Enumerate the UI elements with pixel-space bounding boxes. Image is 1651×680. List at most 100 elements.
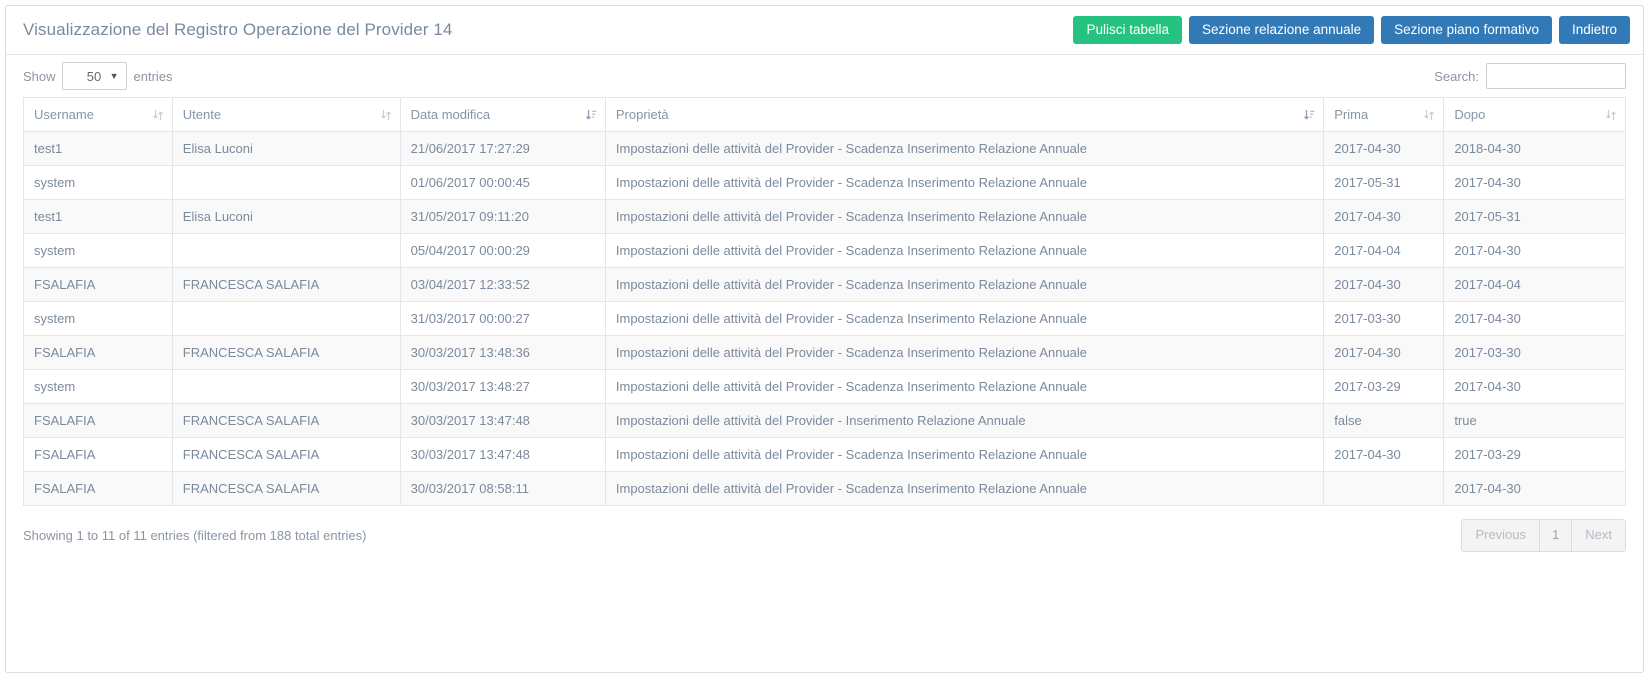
- annual-report-section-button[interactable]: Sezione relazione annuale: [1189, 15, 1375, 45]
- cell-proprieta: Impostazioni delle attività del Provider…: [604, 165, 1325, 200]
- cell-proprieta: Impostazioni delle attività del Provider…: [604, 437, 1325, 472]
- cell-dopo: 2017-04-30: [1443, 301, 1626, 336]
- column-header-prima[interactable]: Prima: [1323, 97, 1445, 132]
- cell-proprieta: Impostazioni delle attività del Provider…: [604, 471, 1325, 506]
- page-title: Visualizzazione del Registro Operazione …: [23, 20, 453, 39]
- column-label: Dopo: [1454, 107, 1486, 122]
- header-actions: Pulisci tabella Sezione relazione annual…: [1073, 15, 1630, 45]
- cell-data-modifica: 31/05/2017 09:11:20: [399, 199, 606, 234]
- cell-utente: [171, 369, 401, 404]
- cell-dopo: 2017-04-30: [1443, 165, 1626, 200]
- cell-username: test1: [23, 131, 173, 166]
- column-header-dopo[interactable]: Dopo: [1443, 97, 1626, 132]
- cell-prima: 2017-03-30: [1323, 301, 1445, 336]
- column-header-utente[interactable]: Utente: [171, 97, 401, 132]
- table-row[interactable]: FSALAFIA FRANCESCA SALAFIA 30/03/2017 13…: [23, 403, 1626, 438]
- table-row[interactable]: system 01/06/2017 00:00:45 Impostazioni …: [23, 165, 1626, 200]
- cell-data-modifica: 31/03/2017 00:00:27: [399, 301, 606, 336]
- cell-data-modifica: 21/06/2017 17:27:29: [399, 131, 606, 166]
- table-row[interactable]: system 30/03/2017 13:48:27 Impostazioni …: [23, 369, 1626, 404]
- registry-panel: Visualizzazione del Registro Operazione …: [5, 5, 1644, 673]
- table-row[interactable]: FSALAFIA FRANCESCA SALAFIA 03/04/2017 12…: [23, 267, 1626, 302]
- table-footer: Showing 1 to 11 of 11 entries (filtered …: [6, 506, 1643, 552]
- table-row[interactable]: test1 Elisa Luconi 31/05/2017 09:11:20 I…: [23, 199, 1626, 234]
- cell-username: system: [23, 233, 173, 268]
- column-label: Prima: [1334, 107, 1369, 122]
- cell-data-modifica: 30/03/2017 08:58:11: [399, 471, 606, 506]
- column-label: Proprietà: [615, 107, 669, 122]
- pagination-previous[interactable]: Previous: [1461, 519, 1541, 552]
- clear-table-button[interactable]: Pulisci tabella: [1073, 15, 1182, 45]
- cell-proprieta: Impostazioni delle attività del Provider…: [604, 335, 1325, 370]
- cell-dopo: 2017-04-30: [1443, 369, 1626, 404]
- cell-dopo: 2017-04-30: [1443, 233, 1626, 268]
- sort-both-icon: [1605, 108, 1617, 122]
- cell-utente: FRANCESCA SALAFIA: [171, 437, 401, 472]
- cell-username: FSALAFIA: [23, 437, 173, 472]
- cell-data-modifica: 30/03/2017 13:48:36: [399, 335, 606, 370]
- training-plan-section-button[interactable]: Sezione piano formativo: [1381, 15, 1552, 45]
- cell-prima: 2017-04-30: [1323, 335, 1445, 370]
- cell-utente: FRANCESCA SALAFIA: [171, 267, 401, 302]
- cell-dopo: 2017-05-31: [1443, 199, 1626, 234]
- panel-header: Visualizzazione del Registro Operazione …: [6, 6, 1643, 55]
- chevron-down-icon: ▼: [109, 71, 119, 81]
- cell-dopo: 2018-04-30: [1443, 131, 1626, 166]
- cell-username: FSALAFIA: [23, 267, 173, 302]
- cell-prima: 2017-03-29: [1323, 369, 1445, 404]
- cell-utente: FRANCESCA SALAFIA: [171, 403, 401, 438]
- cell-utente: FRANCESCA SALAFIA: [171, 335, 401, 370]
- table-row[interactable]: system 31/03/2017 00:00:27 Impostazioni …: [23, 301, 1626, 336]
- cell-utente: Elisa Luconi: [171, 199, 401, 234]
- cell-username: FSALAFIA: [23, 403, 173, 438]
- cell-username: FSALAFIA: [23, 335, 173, 370]
- column-header-proprieta[interactable]: Proprietà: [604, 97, 1325, 132]
- cell-username: system: [23, 165, 173, 200]
- cell-data-modifica: 03/04/2017 12:33:52: [399, 267, 606, 302]
- cell-proprieta: Impostazioni delle attività del Provider…: [604, 267, 1325, 302]
- sort-both-icon: [152, 108, 164, 122]
- pagination: Previous 1 Next: [1461, 519, 1626, 552]
- table-controls: Show 50 ▼ entries Search:: [6, 55, 1643, 97]
- cell-username: FSALAFIA: [23, 471, 173, 506]
- back-button[interactable]: Indietro: [1558, 15, 1630, 45]
- operations-log-table: Username Utente Data modifica Proprietà …: [23, 97, 1626, 506]
- table-info: Showing 1 to 11 of 11 entries (filtered …: [23, 527, 367, 543]
- cell-dopo: 2017-04-30: [1443, 471, 1626, 506]
- cell-proprieta: Impostazioni delle attività del Provider…: [604, 301, 1325, 336]
- table-row[interactable]: system 05/04/2017 00:00:29 Impostazioni …: [23, 233, 1626, 268]
- entries-label: entries: [133, 68, 173, 84]
- page-length-control: Show 50 ▼ entries: [23, 62, 179, 90]
- sort-descending-icon: [1303, 108, 1315, 122]
- pagination-next[interactable]: Next: [1571, 519, 1626, 552]
- cell-utente: [171, 301, 401, 336]
- pagination-page-1[interactable]: 1: [1539, 519, 1573, 552]
- page-length-select[interactable]: 50 ▼: [61, 62, 127, 90]
- table-row[interactable]: FSALAFIA FRANCESCA SALAFIA 30/03/2017 13…: [23, 437, 1626, 472]
- cell-utente: FRANCESCA SALAFIA: [171, 471, 401, 506]
- cell-utente: Elisa Luconi: [171, 131, 401, 166]
- table-row[interactable]: FSALAFIA FRANCESCA SALAFIA 30/03/2017 08…: [23, 471, 1626, 506]
- cell-data-modifica: 30/03/2017 13:48:27: [399, 369, 606, 404]
- cell-prima: 2017-04-30: [1323, 267, 1445, 302]
- cell-proprieta: Impostazioni delle attività del Provider…: [604, 131, 1325, 166]
- search-label: Search:: [1434, 68, 1479, 84]
- sort-both-icon: [1423, 108, 1435, 122]
- column-header-data-modifica[interactable]: Data modifica: [399, 97, 606, 132]
- cell-prima: 2017-05-31: [1323, 165, 1445, 200]
- cell-proprieta: Impostazioni delle attività del Provider…: [604, 199, 1325, 234]
- cell-proprieta: Impostazioni delle attività del Provider…: [604, 403, 1325, 438]
- cell-data-modifica: 01/06/2017 00:00:45: [399, 165, 606, 200]
- table-row[interactable]: test1 Elisa Luconi 21/06/2017 17:27:29 I…: [23, 131, 1626, 166]
- cell-utente: [171, 165, 401, 200]
- cell-prima: [1323, 471, 1445, 506]
- search-input[interactable]: [1486, 63, 1626, 89]
- column-header-username[interactable]: Username: [23, 97, 173, 132]
- cell-dopo: 2017-03-30: [1443, 335, 1626, 370]
- cell-dopo: 2017-04-04: [1443, 267, 1626, 302]
- cell-prima: 2017-04-30: [1323, 199, 1445, 234]
- cell-prima: 2017-04-30: [1323, 437, 1445, 472]
- cell-username: system: [23, 369, 173, 404]
- table-row[interactable]: FSALAFIA FRANCESCA SALAFIA 30/03/2017 13…: [23, 335, 1626, 370]
- cell-data-modifica: 30/03/2017 13:47:48: [399, 437, 606, 472]
